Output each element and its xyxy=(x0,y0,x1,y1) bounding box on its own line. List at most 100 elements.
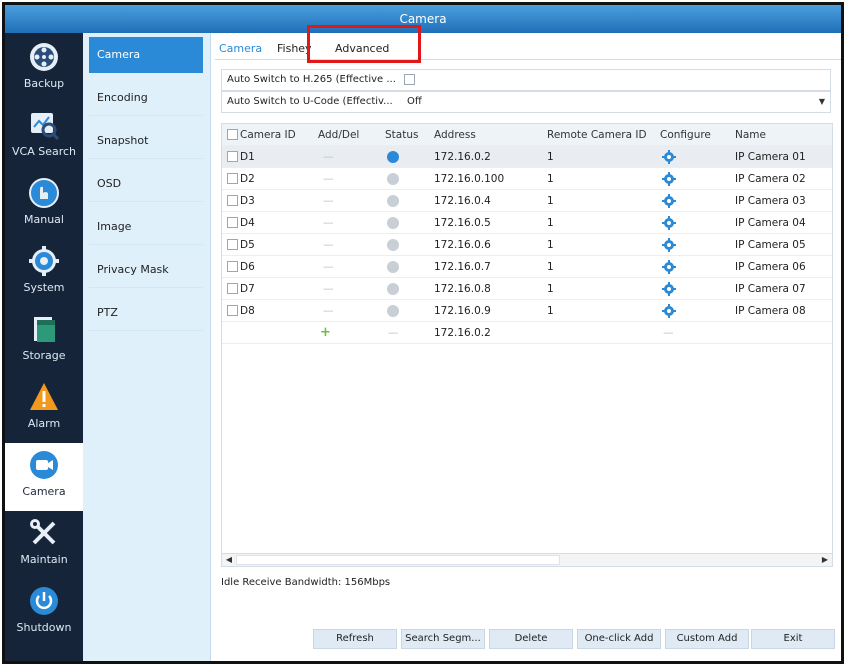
row-checkbox[interactable] xyxy=(227,239,238,250)
table-row[interactable]: D2 — 172.16.0.100 1 IP Camera 02 xyxy=(222,168,832,190)
table-row[interactable]: D6 — 172.16.0.7 1 IP Camera 06 xyxy=(222,256,832,278)
one-click-add-button[interactable]: One-click Add xyxy=(577,629,661,649)
table-row[interactable]: D8 — 172.16.0.9 1 IP Camera 08 xyxy=(222,300,832,322)
nav-label: Manual xyxy=(24,213,64,226)
advanced-tab-highlight xyxy=(307,25,421,63)
add-row-address: 172.16.0.2 xyxy=(434,327,491,339)
row-checkbox[interactable] xyxy=(227,283,238,294)
nav-item-shutdown[interactable]: Shutdown xyxy=(5,579,83,647)
status-offline-icon xyxy=(387,217,399,229)
nav-item-maintain[interactable]: Maintain xyxy=(5,511,83,579)
select-all-checkbox[interactable] xyxy=(227,129,238,140)
nav-item-system[interactable]: System xyxy=(5,239,83,307)
alarm-icon xyxy=(28,381,60,413)
camera-id-cell: D2 xyxy=(240,173,255,185)
nav-item-storage[interactable]: Storage xyxy=(5,307,83,375)
main-nav: Backup VCA Search Manual System Storage xyxy=(5,33,83,661)
address-cell: 172.16.0.7 xyxy=(434,261,491,273)
configure-gear-icon[interactable] xyxy=(662,304,676,318)
nav-item-vca-search[interactable]: VCA Search xyxy=(5,103,83,171)
remote-camera-id-cell: 1 xyxy=(547,283,554,295)
maintain-tools-icon xyxy=(28,517,60,549)
camera-name-cell: IP Camera 02 xyxy=(735,173,806,185)
row-checkbox[interactable] xyxy=(227,151,238,162)
scroll-right-icon[interactable]: ▶ xyxy=(818,554,832,566)
add-del-cell[interactable]: — xyxy=(323,146,334,168)
configure-gear-icon[interactable] xyxy=(662,238,676,252)
row-checkbox[interactable] xyxy=(227,217,238,228)
tab-fisheye[interactable]: Fisheye xyxy=(277,39,311,59)
h265-switch-label: Auto Switch to H.265 (Effective ... xyxy=(227,74,396,85)
camera-id-cell: D6 xyxy=(240,261,255,273)
scroll-left-icon[interactable]: ◀ xyxy=(222,554,236,566)
row-checkbox[interactable] xyxy=(227,261,238,272)
table-header: Camera ID Add/Del Status Address Remote … xyxy=(222,124,832,146)
address-cell: 172.16.0.2 xyxy=(434,151,491,163)
app-window: Camera Backup VCA Search Manual System S… xyxy=(2,2,844,664)
table-row[interactable]: D4 — 172.16.0.5 1 IP Camera 04 xyxy=(222,212,832,234)
row-checkbox[interactable] xyxy=(227,305,238,316)
row-checkbox[interactable] xyxy=(227,195,238,206)
add-del-cell[interactable]: — xyxy=(323,278,334,300)
status-online-icon xyxy=(387,151,399,163)
status-offline-icon xyxy=(387,305,399,317)
col-configure: Configure xyxy=(660,129,711,141)
nav-label: Camera xyxy=(22,485,66,498)
configure-gear-icon[interactable] xyxy=(662,282,676,296)
scrollbar-thumb[interactable] xyxy=(236,555,560,565)
add-camera-plus-icon[interactable]: + xyxy=(320,322,331,344)
table-row[interactable]: D3 — 172.16.0.4 1 IP Camera 03 xyxy=(222,190,832,212)
row-checkbox[interactable] xyxy=(227,173,238,184)
configure-gear-icon[interactable] xyxy=(662,260,676,274)
add-del-cell[interactable]: — xyxy=(323,300,334,322)
camera-name-cell: IP Camera 03 xyxy=(735,195,806,207)
nav-item-camera[interactable]: Camera xyxy=(5,443,83,511)
shutdown-icon xyxy=(28,585,60,617)
h265-switch-checkbox[interactable] xyxy=(404,74,415,85)
chevron-down-icon[interactable]: ▼ xyxy=(819,92,825,112)
add-del-cell[interactable]: — xyxy=(323,256,334,278)
configure-gear-icon[interactable] xyxy=(662,194,676,208)
subnav-item-image[interactable]: Image xyxy=(89,209,203,245)
subnav-item-camera[interactable]: Camera xyxy=(89,37,203,73)
camera-icon xyxy=(28,449,60,481)
exit-button[interactable]: Exit xyxy=(751,629,835,649)
subnav-item-encoding[interactable]: Encoding xyxy=(89,80,203,116)
table-row[interactable]: D1 — 172.16.0.2 1 IP Camera 01 xyxy=(222,146,832,168)
refresh-button[interactable]: Refresh xyxy=(313,629,397,649)
table-row[interactable]: D7 — 172.16.0.8 1 IP Camera 07 xyxy=(222,278,832,300)
add-del-cell[interactable]: — xyxy=(323,168,334,190)
nav-item-backup[interactable]: Backup xyxy=(5,35,83,103)
camera-name-cell: IP Camera 01 xyxy=(735,151,806,163)
configure-gear-icon[interactable] xyxy=(662,172,676,186)
manual-icon xyxy=(28,177,60,209)
status-offline-icon xyxy=(387,261,399,273)
address-cell: 172.16.0.100 xyxy=(434,173,505,185)
custom-add-button[interactable]: Custom Add xyxy=(665,629,749,649)
subnav-item-osd[interactable]: OSD xyxy=(89,166,203,202)
nav-item-alarm[interactable]: Alarm xyxy=(5,375,83,443)
nav-item-manual[interactable]: Manual xyxy=(5,171,83,239)
add-del-cell[interactable]: — xyxy=(323,234,334,256)
subnav-item-ptz[interactable]: PTZ xyxy=(89,295,203,331)
subnav-item-privacy-mask[interactable]: Privacy Mask xyxy=(89,252,203,288)
table-row[interactable]: D5 — 172.16.0.6 1 IP Camera 05 xyxy=(222,234,832,256)
tab-camera[interactable]: Camera xyxy=(219,39,262,59)
remote-camera-id-cell: 1 xyxy=(547,195,554,207)
remote-camera-id-cell: 1 xyxy=(547,239,554,251)
configure-gear-icon[interactable] xyxy=(662,216,676,230)
col-address: Address xyxy=(434,129,476,141)
add-del-cell[interactable]: — xyxy=(323,212,334,234)
address-cell: 172.16.0.4 xyxy=(434,195,491,207)
add-del-cell[interactable]: — xyxy=(323,190,334,212)
horizontal-scrollbar[interactable]: ◀ ▶ xyxy=(221,553,833,567)
h265-switch-row: Auto Switch to H.265 (Effective ... xyxy=(221,69,831,91)
ucode-switch-select[interactable]: Off xyxy=(407,92,422,112)
subnav-item-snapshot[interactable]: Snapshot xyxy=(89,123,203,159)
col-camera-id: Camera ID xyxy=(240,129,296,141)
delete-button[interactable]: Delete xyxy=(489,629,573,649)
remote-camera-id-cell: 1 xyxy=(547,305,554,317)
search-segment-button[interactable]: Search Segm... xyxy=(401,629,485,649)
configure-gear-icon[interactable] xyxy=(662,150,676,164)
status-offline-icon xyxy=(387,283,399,295)
